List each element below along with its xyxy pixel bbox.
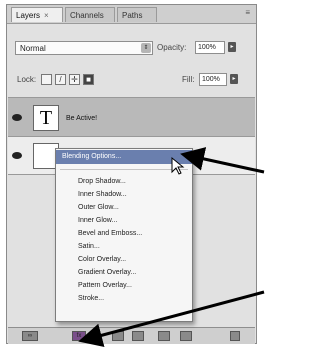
opacity-slider-button[interactable]: ▸ — [228, 42, 236, 52]
menu-item-inner-glow[interactable]: Inner Glow... — [56, 215, 192, 227]
eye-visibility-icon[interactable] — [12, 152, 22, 159]
tab-layers[interactable]: Layers × — [11, 7, 63, 22]
fill-label: Fill: — [182, 75, 195, 84]
menu-item-stroke[interactable]: Stroke... — [56, 293, 192, 305]
menu-item-bevel-emboss[interactable]: Bevel and Emboss... — [56, 228, 192, 240]
chevron-updown-icon: ⇕ — [141, 43, 151, 53]
lock-transparent-icon[interactable] — [41, 74, 52, 85]
lock-move-icon[interactable]: ✛ — [69, 74, 80, 85]
menu-item-drop-shadow[interactable]: Drop Shadow... — [56, 176, 192, 188]
menu-separator — [60, 169, 188, 170]
menu-item-blending-options[interactable]: Blending Options... — [56, 150, 192, 164]
add-mask-icon[interactable] — [112, 331, 124, 341]
tab-paths[interactable]: Paths — [117, 7, 157, 22]
fill-slider-button[interactable]: ▸ — [230, 74, 238, 84]
tab-channels[interactable]: Channels — [65, 7, 115, 22]
eye-visibility-icon[interactable] — [12, 114, 22, 121]
tab-channels-label: Channels — [70, 11, 104, 20]
menu-item-gradient-overlay[interactable]: Gradient Overlay... — [56, 267, 192, 279]
blend-mode-value: Normal — [20, 44, 46, 53]
tab-paths-label: Paths — [122, 11, 143, 20]
panel-tab-bar: Layers × Channels Paths ≡ — [7, 5, 256, 24]
tab-layers-label: Layers — [16, 11, 41, 20]
add-layer-style-icon[interactable]: fx — [72, 331, 86, 341]
link-layers-icon[interactable]: ∞ — [22, 331, 38, 341]
menu-item-satin[interactable]: Satin... — [56, 241, 192, 253]
close-tab-icon[interactable]: × — [44, 11, 49, 20]
menu-item-pattern-overlay[interactable]: Pattern Overlay... — [56, 280, 192, 292]
panel-menu-icon[interactable]: ≡ — [245, 8, 250, 17]
text-layer-thumbnail: T — [33, 105, 59, 131]
opacity-input[interactable]: 100% — [195, 41, 225, 54]
blend-mode-select[interactable]: Normal ⇕ — [15, 41, 153, 55]
layer-name[interactable]: Be Active! — [66, 115, 97, 122]
menu-item-outer-glow[interactable]: Outer Glow... — [56, 202, 192, 214]
new-group-icon[interactable] — [158, 331, 170, 341]
lock-all-icon[interactable]: ■ — [83, 74, 94, 85]
trash-icon[interactable] — [230, 331, 240, 341]
opacity-label: Opacity: — [157, 43, 187, 52]
screenshot-stage: Layers × Channels Paths ≡ Normal ⇕ Opacit… — [0, 0, 267, 350]
new-layer-icon[interactable] — [180, 331, 192, 341]
fill-input[interactable]: 100% — [199, 73, 227, 86]
layer-style-menu: Blending Options... Drop Shadow... Inner… — [55, 148, 193, 322]
menu-item-color-overlay[interactable]: Color Overlay... — [56, 254, 192, 266]
lock-label: Lock: — [17, 75, 37, 84]
lock-brush-icon[interactable]: / — [55, 74, 66, 85]
layers-bottom-toolbar: ∞ fx — [8, 327, 255, 344]
adjustment-layer-icon[interactable] — [132, 331, 144, 341]
layer-row-text[interactable]: T Be Active! — [8, 97, 255, 137]
menu-item-inner-shadow[interactable]: Inner Shadow... — [56, 189, 192, 201]
